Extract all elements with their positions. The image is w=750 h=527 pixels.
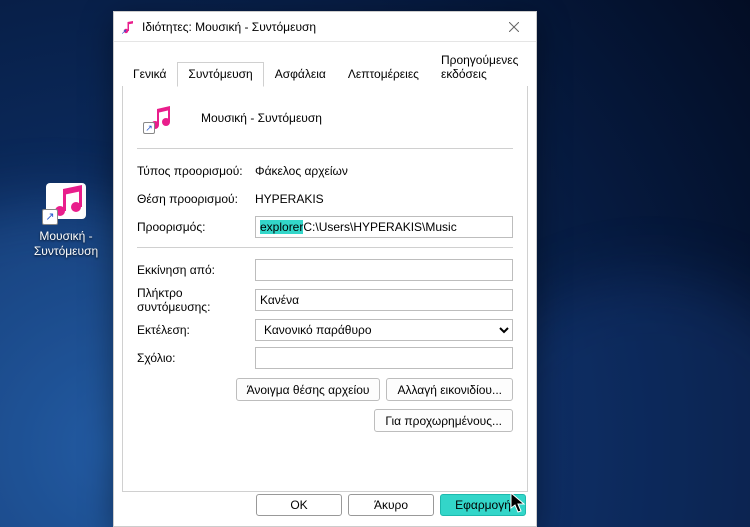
comment-input[interactable] [255,347,513,369]
tab-previous-versions[interactable]: Προηγούμενες εκδόσεις [430,48,529,86]
target-rest-text: C:\Users\HYPERAKIS\Music [303,220,456,234]
desktop-icon-label: Μουσική - Συντόμευση [28,229,104,259]
dialog-buttons: OK Άκυρο Εφαρμογή [256,494,526,516]
label-target-type: Τύπος προορισμού: [137,164,255,178]
svg-text:↗: ↗ [121,29,127,35]
label-run: Εκτέλεση: [137,323,255,337]
label-comment: Σχόλιο: [137,351,255,365]
tabpage-shortcut: ↗ Μουσική - Συντόμευση Τύπος προορισμού:… [122,86,528,492]
label-target: Προορισμός: [137,220,255,234]
shortcut-key-input[interactable] [255,289,513,311]
shortcut-header-icon: ↗ [143,102,175,134]
tab-general[interactable]: Γενικά [122,62,177,86]
music-folder-icon: ↗ [42,177,90,225]
cancel-button[interactable]: Άκυρο [348,494,434,516]
titlebar[interactable]: ↗ Ιδιότητες: Μουσική - Συντόμευση [114,12,536,42]
target-input[interactable]: explorer C:\Users\HYPERAKIS\Music [255,216,513,238]
properties-window: ↗ Ιδιότητες: Μουσική - Συντόμευση Γενικά… [113,11,537,527]
close-icon [509,22,519,32]
label-start-in: Εκκίνηση από: [137,263,255,277]
tab-strip: Γενικά Συντόμευση Ασφάλεια Λεπτομέρειες … [122,48,528,86]
target-selected-text: explorer [260,220,303,234]
label-shortcut-key: Πλήκτρο συντόμευσης: [137,286,255,314]
change-icon-button[interactable]: Αλλαγή εικονιδίου... [386,378,513,401]
value-target-type: Φάκελος αρχείων [255,164,348,178]
tab-shortcut[interactable]: Συντόμευση [177,62,263,87]
desktop-shortcut[interactable]: ↗ Μουσική - Συντόμευση [28,177,104,259]
close-button[interactable] [492,12,536,42]
advanced-button[interactable]: Για προχωρημένους... [374,409,513,432]
value-target-location: HYPERAKIS [255,192,324,206]
shortcut-overlay-icon: ↗ [143,122,155,134]
tab-details[interactable]: Λεπτομέρειες [337,62,430,86]
shortcut-name: Μουσική - Συντόμευση [201,111,322,125]
music-app-icon: ↗ [120,19,136,35]
start-in-input[interactable] [255,259,513,281]
ok-button[interactable]: OK [256,494,342,516]
run-select[interactable]: Κανονικό παράθυρο [255,319,513,341]
open-file-location-button[interactable]: Άνοιγμα θέσης αρχείου [236,378,381,401]
label-target-location: Θέση προορισμού: [137,192,255,206]
tab-security[interactable]: Ασφάλεια [264,62,337,86]
apply-button[interactable]: Εφαρμογή [440,494,526,516]
shortcut-overlay-icon: ↗ [42,209,58,225]
window-title: Ιδιότητες: Μουσική - Συντόμευση [142,20,492,34]
